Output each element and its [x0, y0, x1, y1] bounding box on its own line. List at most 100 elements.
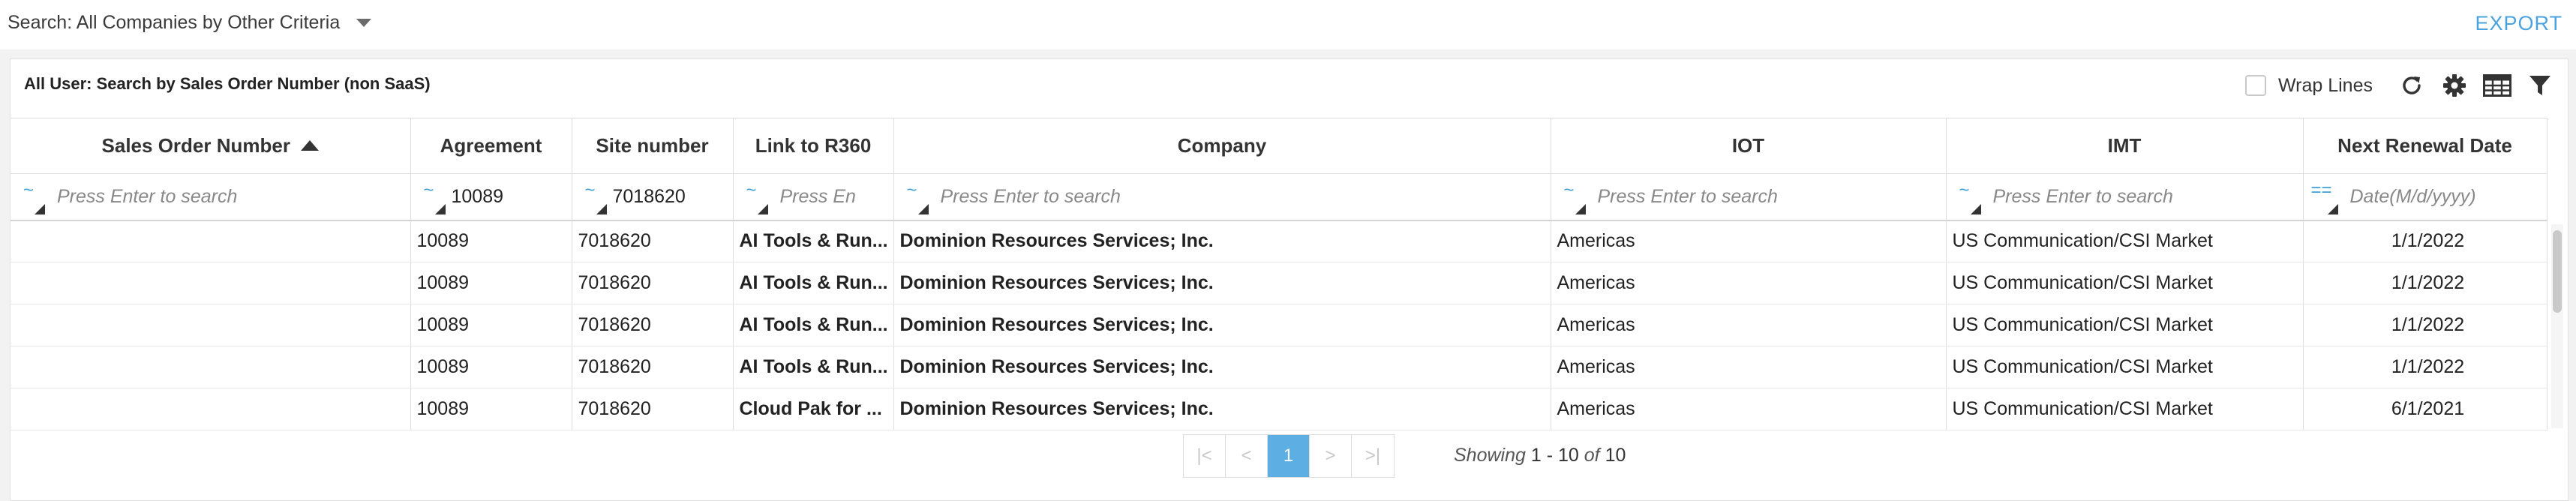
panel-toolbar: Wrap Lines [2245, 70, 2568, 101]
column-header-imt[interactable]: IMT [1946, 118, 2304, 174]
first-page-button[interactable]: |< [1184, 435, 1226, 477]
company-link[interactable]: Dominion Resources Services; Inc. [893, 304, 1551, 346]
cell-agreement: 10089 [410, 346, 572, 388]
cell-imt: US Communication/CSI Market [1946, 388, 2304, 430]
filter-cell-sales-order: ~ [11, 173, 411, 221]
column-header-link-to-r360[interactable]: Link to R360 [733, 118, 894, 174]
results-table: Sales Order Number Agreement Site number… [11, 118, 2547, 430]
filter-input-site-number[interactable] [612, 185, 732, 208]
filter-input-link[interactable] [779, 185, 893, 208]
table-row[interactable]: 10089 7018620 AI Tools & Run... Dominion… [11, 346, 2547, 388]
filter-icon[interactable] [2525, 70, 2555, 100]
last-page-button[interactable]: >| [1352, 435, 1394, 477]
r360-link[interactable]: AI Tools & Run... [733, 262, 894, 304]
cell-agreement: 10089 [410, 262, 572, 304]
r360-link[interactable]: Cloud Pak for ... [733, 388, 894, 430]
cell-agreement: 10089 [410, 304, 572, 346]
table-row[interactable]: 10089 7018620 AI Tools & Run... Dominion… [11, 304, 2547, 346]
filter-input-imt[interactable] [1992, 185, 2302, 208]
cell-imt: US Communication/CSI Market [1946, 262, 2304, 304]
filter-operator-button[interactable]: ~ [734, 178, 770, 215]
cell-sales-order [11, 262, 411, 304]
page-1-button[interactable]: 1 [1268, 435, 1310, 477]
search-criteria-select[interactable]: Search: All Companies by Other Criteria [8, 8, 372, 38]
cell-iot: Americas [1551, 220, 1947, 262]
sort-ascending-icon [300, 140, 319, 151]
cell-renewal-date: 1/1/2022 [2303, 262, 2547, 304]
filter-operator-button[interactable]: ~ [1551, 178, 1587, 215]
export-button[interactable]: EXPORT [2475, 12, 2562, 35]
cell-agreement: 10089 [410, 388, 572, 430]
company-link[interactable]: Dominion Resources Services; Inc. [893, 388, 1551, 430]
previous-page-button[interactable]: < [1226, 435, 1268, 477]
cell-imt: US Communication/CSI Market [1946, 346, 2304, 388]
column-header-site-number[interactable]: Site number [572, 118, 734, 174]
column-header-next-renewal-date[interactable]: Next Renewal Date [2303, 118, 2547, 174]
filter-operator-button[interactable]: ~ [572, 178, 608, 215]
r360-link[interactable]: AI Tools & Run... [733, 304, 894, 346]
top-bar: Search: All Companies by Other Criteria … [0, 0, 2576, 50]
filter-cell-iot: ~ [1551, 173, 1947, 221]
company-link[interactable]: Dominion Resources Services; Inc. [893, 220, 1551, 262]
r360-link[interactable]: AI Tools & Run... [733, 220, 894, 262]
filter-cell-renewal: == [2303, 173, 2547, 221]
cell-renewal-date: 1/1/2022 [2303, 346, 2547, 388]
column-header-iot[interactable]: IOT [1551, 118, 1947, 174]
scrollbar-thumb[interactable] [2553, 230, 2562, 313]
cell-imt: US Communication/CSI Market [1946, 304, 2304, 346]
cell-iot: Americas [1551, 304, 1947, 346]
filter-operator-button[interactable]: ~ [894, 178, 930, 215]
filter-operator-button[interactable]: == [2304, 178, 2340, 215]
cell-iot: Americas [1551, 262, 1947, 304]
table-columns-icon[interactable] [2482, 70, 2512, 100]
filter-input-agreement[interactable] [451, 185, 571, 208]
cell-site-number: 7018620 [572, 220, 734, 262]
filter-cell-imt: ~ [1946, 173, 2304, 221]
cell-imt: US Communication/CSI Market [1946, 220, 2304, 262]
r360-link[interactable]: AI Tools & Run... [733, 346, 894, 388]
filter-row: ~ ~ ~ ~ ~ ~ ~ == [11, 173, 2547, 221]
filter-operator-button[interactable]: ~ [11, 178, 47, 215]
wrap-lines-checkbox[interactable] [2245, 75, 2266, 96]
chevron-down-icon [356, 18, 372, 27]
pagination: |< < 1 > >| [1183, 434, 1395, 478]
column-header-agreement[interactable]: Agreement [410, 118, 572, 174]
vertical-scrollbar[interactable] [2551, 224, 2563, 428]
table-body: 10089 7018620 AI Tools & Run... Dominion… [11, 220, 2547, 430]
cell-sales-order [11, 388, 411, 430]
filter-input-sales-order[interactable] [57, 185, 410, 208]
cell-site-number: 7018620 [572, 346, 734, 388]
cell-iot: Americas [1551, 388, 1947, 430]
cell-iot: Americas [1551, 346, 1947, 388]
column-header-sales-order[interactable]: Sales Order Number [11, 118, 411, 174]
refresh-icon[interactable] [2397, 70, 2427, 100]
results-panel: All User: Search by Sales Order Number (… [10, 58, 2568, 501]
filter-input-company[interactable] [940, 185, 1550, 208]
filter-cell-site-number: ~ [572, 173, 734, 221]
panel-header: All User: Search by Sales Order Number (… [11, 59, 2568, 118]
filter-operator-button[interactable]: ~ [411, 178, 447, 215]
filter-cell-agreement: ~ [410, 173, 572, 221]
table-row[interactable]: 10089 7018620 Cloud Pak for ... Dominion… [11, 388, 2547, 430]
cell-site-number: 7018620 [572, 388, 734, 430]
panel-title: All User: Search by Sales Order Number (… [24, 74, 431, 93]
filter-input-renewal-date[interactable] [2349, 185, 2546, 208]
gear-icon[interactable] [2439, 70, 2469, 100]
filter-input-iot[interactable] [1597, 185, 1945, 208]
table-row[interactable]: 10089 7018620 AI Tools & Run... Dominion… [11, 262, 2547, 304]
table-row[interactable]: 10089 7018620 AI Tools & Run... Dominion… [11, 220, 2547, 262]
cell-sales-order [11, 346, 411, 388]
next-page-button[interactable]: > [1310, 435, 1352, 477]
cell-renewal-date: 1/1/2022 [2303, 220, 2547, 262]
header-row: Sales Order Number Agreement Site number… [11, 118, 2547, 174]
cell-sales-order [11, 220, 411, 262]
company-link[interactable]: Dominion Resources Services; Inc. [893, 262, 1551, 304]
cell-agreement: 10089 [410, 220, 572, 262]
filter-operator-button[interactable]: ~ [1947, 178, 1983, 215]
search-criteria-label: Search: All Companies by Other Criteria [8, 11, 341, 33]
cell-site-number: 7018620 [572, 262, 734, 304]
wrap-lines-toggle[interactable]: Wrap Lines [2245, 75, 2373, 97]
filter-cell-link: ~ [733, 173, 894, 221]
column-header-company[interactable]: Company [893, 118, 1551, 174]
company-link[interactable]: Dominion Resources Services; Inc. [893, 346, 1551, 388]
